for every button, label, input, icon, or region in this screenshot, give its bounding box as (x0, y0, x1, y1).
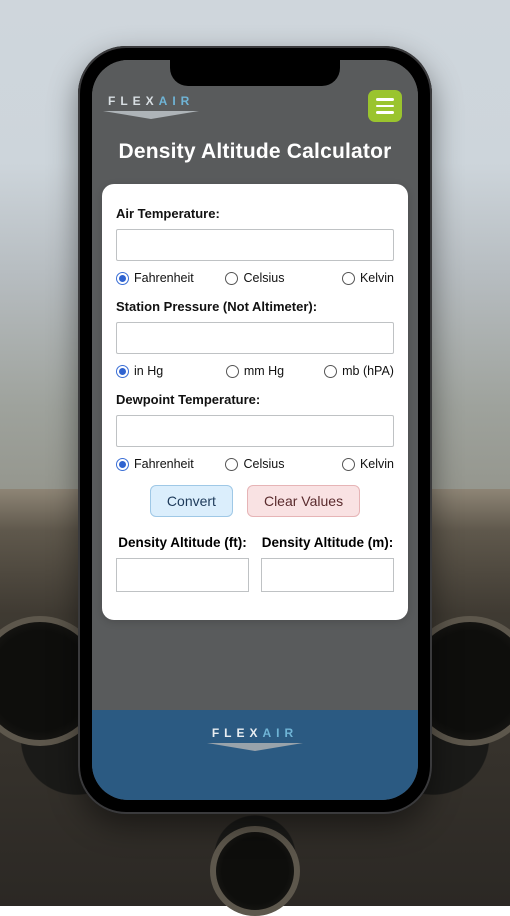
pressure-unit-inhg[interactable]: in Hg (116, 364, 203, 378)
air-temp-unit-kelvin[interactable]: Kelvin (307, 271, 394, 285)
dewpoint-input[interactable] (116, 415, 394, 447)
radio-dew-fahrenheit[interactable] (116, 458, 129, 471)
radio-inhg[interactable] (116, 365, 129, 378)
radio-fahrenheit[interactable] (116, 272, 129, 285)
convert-button[interactable]: Convert (150, 485, 233, 517)
radio-celsius[interactable] (225, 272, 238, 285)
result-ft: Density Altitude (ft): (116, 535, 249, 592)
footer-logo[interactable]: FLEXAIR (212, 726, 298, 750)
radio-mb[interactable] (324, 365, 337, 378)
result-ft-value (116, 558, 249, 592)
results-row: Density Altitude (ft): Density Altitude … (116, 535, 394, 592)
menu-button[interactable] (368, 90, 402, 122)
calculator-card: Air Temperature: Fahrenheit Celsius Kelv… (102, 184, 408, 620)
result-ft-label: Density Altitude (ft): (116, 535, 249, 550)
dewpoint-unit-kelvin[interactable]: Kelvin (307, 457, 394, 471)
air-temp-label: Air Temperature: (116, 206, 394, 221)
dewpoint-unit-celsius[interactable]: Celsius (211, 457, 298, 471)
air-temp-units: Fahrenheit Celsius Kelvin (116, 271, 394, 285)
clear-button[interactable]: Clear Values (247, 485, 360, 517)
dewpoint-label: Dewpoint Temperature: (116, 392, 394, 407)
pressure-input[interactable] (116, 322, 394, 354)
brand-logo[interactable]: FLEXAIR (108, 94, 194, 118)
air-temp-unit-fahrenheit[interactable]: Fahrenheit (116, 271, 203, 285)
app-footer: FLEXAIR (92, 710, 418, 800)
result-m: Density Altitude (m): (261, 535, 394, 592)
footer-brand-right: AIR (263, 726, 299, 740)
result-m-label: Density Altitude (m): (261, 535, 394, 550)
brand-left: FLEX (108, 94, 159, 108)
radio-dew-celsius[interactable] (225, 458, 238, 471)
dewpoint-units: Fahrenheit Celsius Kelvin (116, 457, 394, 471)
footer-brand-left: FLEX (212, 726, 263, 740)
hamburger-icon (376, 98, 394, 101)
dewpoint-unit-fahrenheit[interactable]: Fahrenheit (116, 457, 203, 471)
phone-notch (170, 60, 340, 86)
radio-mmhg[interactable] (226, 365, 239, 378)
action-buttons: Convert Clear Values (116, 485, 394, 517)
radio-kelvin[interactable] (342, 272, 355, 285)
air-temp-input[interactable] (116, 229, 394, 261)
brand-right: AIR (159, 94, 195, 108)
pressure-units: in Hg mm Hg mb (hPA) (116, 364, 394, 378)
phone-frame: FLEXAIR Density Altitude Calculator Air … (78, 46, 432, 814)
radio-dew-kelvin[interactable] (342, 458, 355, 471)
page-title: Density Altitude Calculator (92, 130, 418, 184)
pressure-label: Station Pressure (Not Altimeter): (116, 299, 394, 314)
phone-screen: FLEXAIR Density Altitude Calculator Air … (92, 60, 418, 800)
result-m-value (261, 558, 394, 592)
gauge-bottom (210, 826, 300, 916)
pressure-unit-mmhg[interactable]: mm Hg (211, 364, 298, 378)
air-temp-unit-celsius[interactable]: Celsius (211, 271, 298, 285)
pressure-unit-mb[interactable]: mb (hPA) (307, 364, 394, 378)
